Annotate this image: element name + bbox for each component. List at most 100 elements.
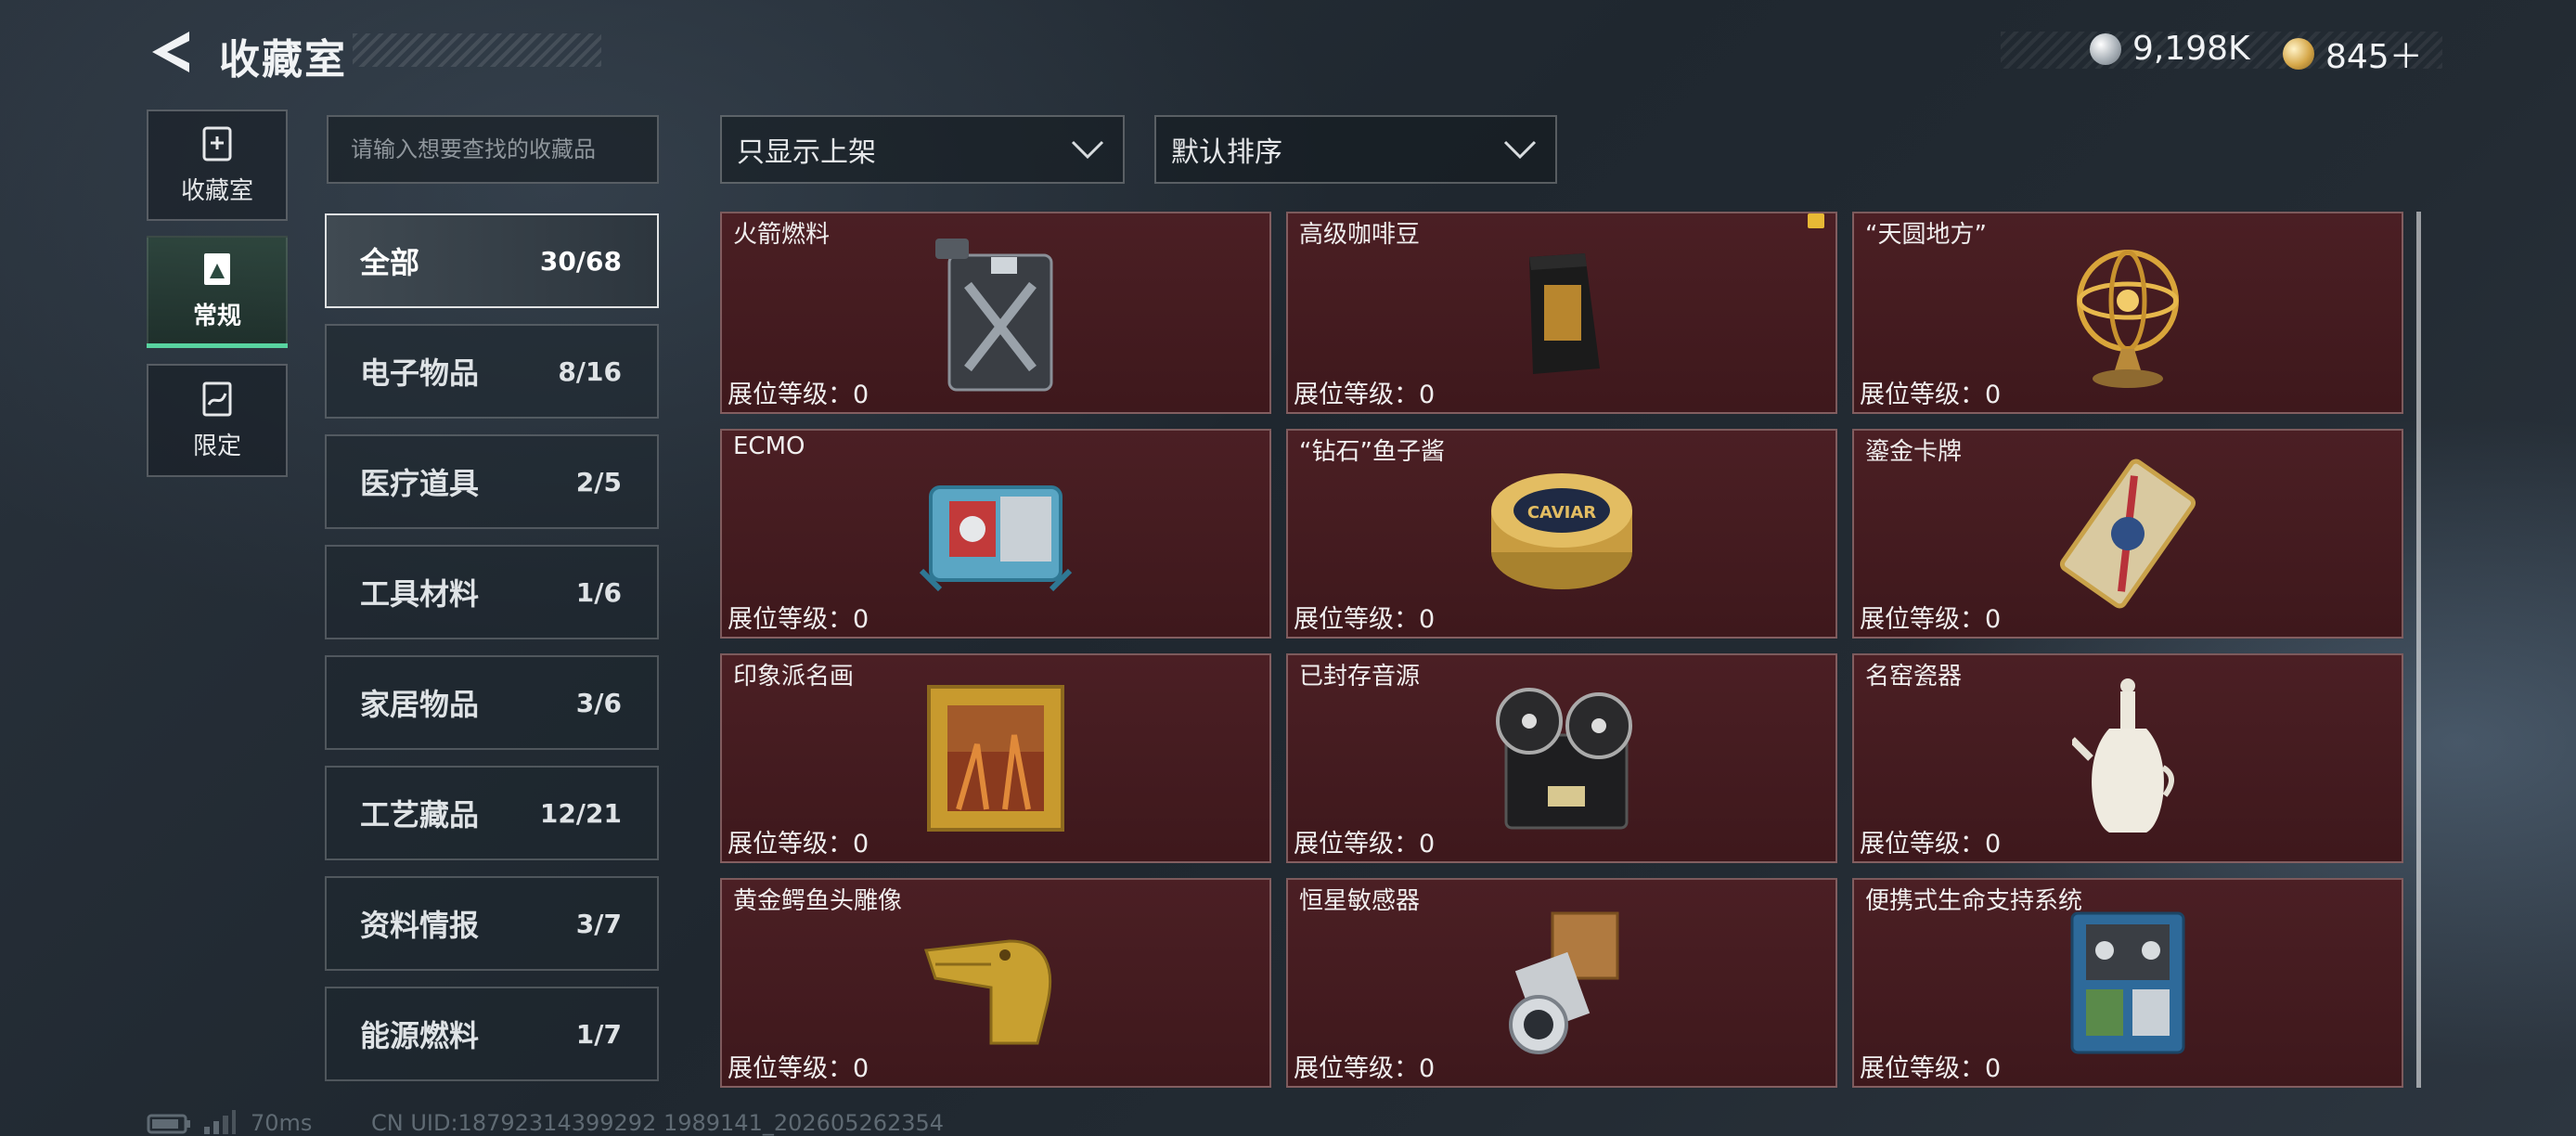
category-count: 12/21 <box>539 797 622 829</box>
category-count: 30/68 <box>539 245 622 277</box>
limited-icon <box>202 381 232 416</box>
category-name: 全部 <box>360 245 420 280</box>
item-display-level: 展位等级：0 <box>1860 1054 2002 1083</box>
framed-painting-icon <box>927 685 1064 832</box>
category-count: 1/7 <box>575 1018 622 1050</box>
sort-dropdown[interactable]: 默认排序 <box>1154 115 1557 184</box>
item-card-diamond-caviar[interactable]: “钻石”鱼子酱 CAVIAR 展位等级：0 <box>1286 429 1837 639</box>
category-all[interactable]: 全部 30/68 <box>325 213 659 308</box>
item-card-ecmo[interactable]: ECMO 展位等级：0 <box>720 429 1271 639</box>
item-display-level: 展位等级：0 <box>728 381 869 409</box>
grid-scrollbar[interactable] <box>2416 212 2421 1088</box>
nav-label: 限定 <box>192 432 241 460</box>
nav-regular[interactable]: 常规 <box>147 236 288 345</box>
item-name: “钻石”鱼子酱 <box>1299 438 1445 466</box>
item-display-level: 展位等级：0 <box>1294 381 1436 409</box>
category-tools[interactable]: 工具材料 1/6 <box>325 545 659 639</box>
item-name: 黄金鳄鱼头雕像 <box>733 887 903 915</box>
item-display-level: 展位等级：0 <box>1860 605 2002 634</box>
caviar-tin-label: CAVIAR <box>1527 503 1596 523</box>
jerrycan-icon <box>935 239 1053 392</box>
nav-active-indicator <box>147 343 288 348</box>
item-card-rocket-fuel[interactable]: 火箭燃料 展位等级：0 <box>720 212 1271 414</box>
item-name: 火箭燃料 <box>733 221 831 249</box>
category-count: 2/5 <box>575 466 622 497</box>
item-card-gilded-card[interactable]: 鎏金卡牌 展位等级：0 <box>1852 429 2403 639</box>
item-card-portable-life-support[interactable]: 便携式生命支持系统 展位等级：0 <box>1852 878 2403 1088</box>
item-name: ECMO <box>733 432 805 460</box>
item-display-level: 展位等级：0 <box>1860 381 2002 409</box>
item-name: 鎏金卡牌 <box>1865 438 1963 466</box>
category-count: 1/6 <box>575 576 622 608</box>
chevron-down-icon <box>1071 140 1104 160</box>
life-support-system-icon <box>2070 911 2185 1054</box>
item-display-level: 展位等级：0 <box>1294 605 1436 634</box>
gold-coin-icon <box>2283 38 2314 70</box>
title-decoration <box>353 33 601 67</box>
gold-currency-value: 845＋ <box>2325 38 2423 76</box>
item-display-level: 展位等级：0 <box>728 830 869 858</box>
sort-value: 默认排序 <box>1171 136 1282 169</box>
porcelain-vase-icon <box>2072 678 2174 833</box>
category-name: 电子物品 <box>360 355 480 391</box>
nav-label: 收藏室 <box>180 176 253 205</box>
nav-limited[interactable]: 限定 <box>147 364 288 477</box>
category-name: 工具材料 <box>360 576 480 612</box>
item-card-sealed-audio-source[interactable]: 已封存音源 展位等级：0 <box>1286 653 1837 863</box>
category-name: 家居物品 <box>360 687 480 722</box>
item-card-gold-crocodile-head[interactable]: 黄金鳄鱼头雕像 展位等级：0 <box>720 878 1271 1088</box>
category-intel[interactable]: 资料情报 3/7 <box>325 876 659 971</box>
silver-currency: 9,198K <box>2090 30 2250 68</box>
item-name: 名窑瓷器 <box>1865 663 1963 691</box>
chevron-down-icon <box>1503 140 1537 160</box>
gilded-card-icon <box>2059 458 2196 609</box>
display-filter-value: 只显示上架 <box>737 136 876 169</box>
nav-collection-room[interactable]: 收藏室 <box>147 110 288 221</box>
ecmo-machine-icon <box>919 485 1073 592</box>
item-card-impressionist-painting[interactable]: 印象派名画 展位等级：0 <box>720 653 1271 863</box>
category-fuel[interactable]: 能源燃料 1/7 <box>325 987 659 1081</box>
caviar-tin-icon: CAVIAR <box>1491 473 1632 589</box>
battery-icon <box>147 1114 190 1134</box>
silver-currency-value: 9,198K <box>2132 30 2250 68</box>
display-filter-dropdown[interactable]: 只显示上架 <box>720 115 1125 184</box>
collection-icon <box>202 126 232 161</box>
item-card-tianyuan-difang[interactable]: “天圆地方” 展位等级：0 <box>1852 212 2403 414</box>
armillary-sphere-icon <box>2077 250 2179 388</box>
category-crafts[interactable]: 工艺藏品 12/21 <box>325 766 659 860</box>
category-name: 资料情报 <box>360 908 480 943</box>
item-display-level: 展位等级：0 <box>1294 1054 1436 1083</box>
item-display-level: 展位等级：0 <box>728 605 869 634</box>
item-name: 高级咖啡豆 <box>1299 221 1421 249</box>
reel-tape-recorder-icon <box>1496 688 1632 830</box>
gold-currency[interactable]: 845＋ <box>2283 30 2423 78</box>
regular-icon <box>204 252 230 285</box>
item-card-famous-kiln-porcelain[interactable]: 名窑瓷器 展位等级：0 <box>1852 653 2403 863</box>
item-display-level: 展位等级：0 <box>1294 830 1436 858</box>
category-name: 工艺藏品 <box>360 797 480 833</box>
signal-icon <box>204 1110 236 1134</box>
search-input[interactable]: 请输入想要查找的收藏品 <box>327 115 659 184</box>
uid-text: CN UID:18792314399292 1989141_2026052623… <box>371 1110 945 1136</box>
category-medical[interactable]: 医疗道具 2/5 <box>325 434 659 529</box>
category-name: 医疗道具 <box>360 466 480 501</box>
back-arrow-icon <box>152 32 189 72</box>
item-card-star-sensor[interactable]: 恒星敏感器 展位等级：0 <box>1286 878 1837 1088</box>
new-badge-icon <box>1808 213 1824 228</box>
category-count: 3/7 <box>575 908 622 939</box>
nav-label: 常规 <box>192 302 241 330</box>
category-electronics[interactable]: 电子物品 8/16 <box>325 324 659 419</box>
item-display-level: 展位等级：0 <box>728 1054 869 1083</box>
category-household[interactable]: 家居物品 3/6 <box>325 655 659 750</box>
item-display-level: 展位等级：0 <box>1860 830 2002 858</box>
coffee-bag-icon <box>1529 253 1600 374</box>
latency-text: 70ms <box>251 1110 313 1136</box>
item-name: 已封存音源 <box>1299 663 1421 691</box>
item-name: 便携式生命支持系统 <box>1865 887 2083 915</box>
item-card-premium-coffee[interactable]: 高级咖啡豆 展位等级：0 <box>1286 212 1837 414</box>
category-count: 8/16 <box>558 355 622 387</box>
item-name: 印象派名画 <box>733 663 855 691</box>
category-name: 能源燃料 <box>360 1018 480 1053</box>
back-button[interactable] <box>147 28 193 76</box>
item-name: 恒星敏感器 <box>1299 887 1421 915</box>
